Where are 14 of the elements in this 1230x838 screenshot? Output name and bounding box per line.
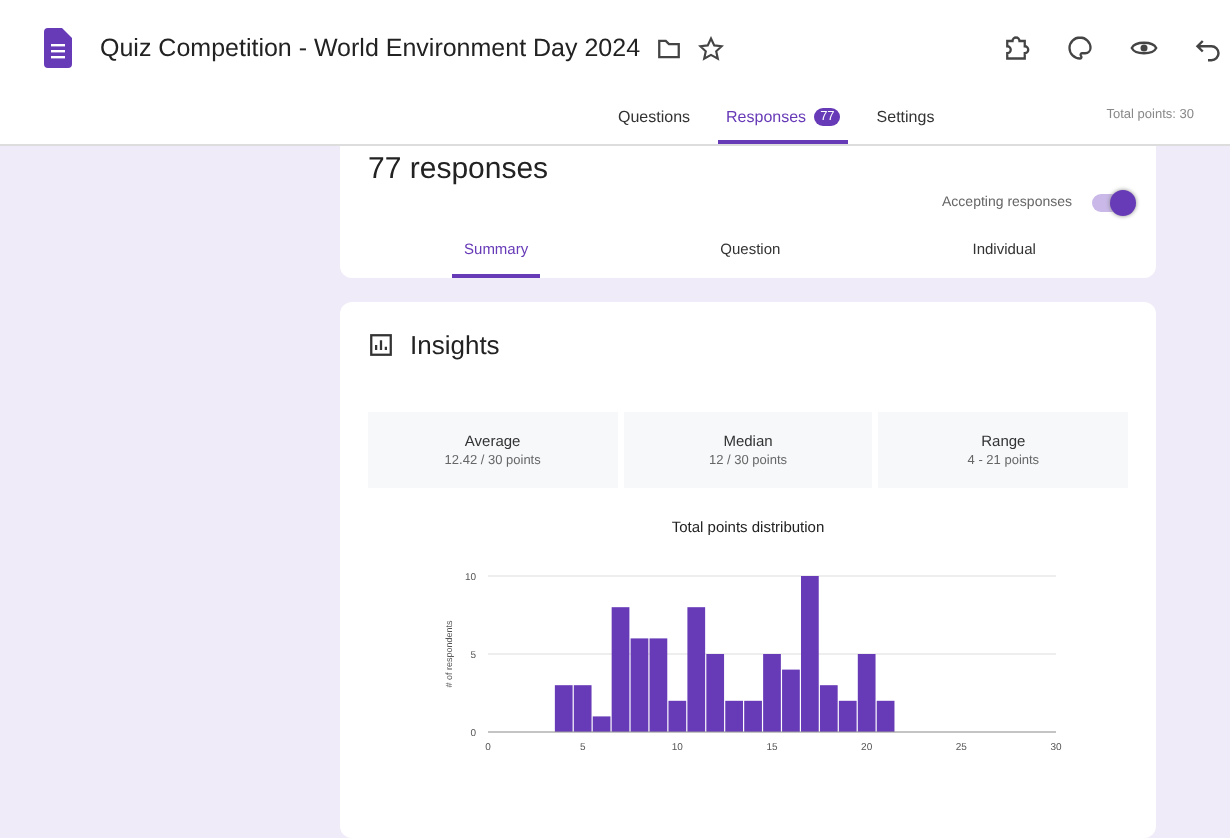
folder-icon[interactable] <box>656 35 683 61</box>
insights-title: Insights <box>410 330 500 360</box>
histogram-bar <box>630 638 649 732</box>
star-icon[interactable] <box>698 35 725 61</box>
responses-title: 77 responses <box>368 152 549 186</box>
accepting-responses-toggle[interactable] <box>1092 194 1132 212</box>
histogram-bar <box>554 685 573 732</box>
puzzle-icon[interactable] <box>1002 34 1030 62</box>
tab[interactable]: Questions <box>610 100 699 144</box>
palette-icon[interactable] <box>1066 34 1094 62</box>
tab[interactable]: Settings <box>868 100 943 144</box>
forms-icon <box>44 28 72 68</box>
document-title: Quiz Competition - World Environment Day 2024 <box>100 34 641 62</box>
insights-icon <box>368 332 394 358</box>
